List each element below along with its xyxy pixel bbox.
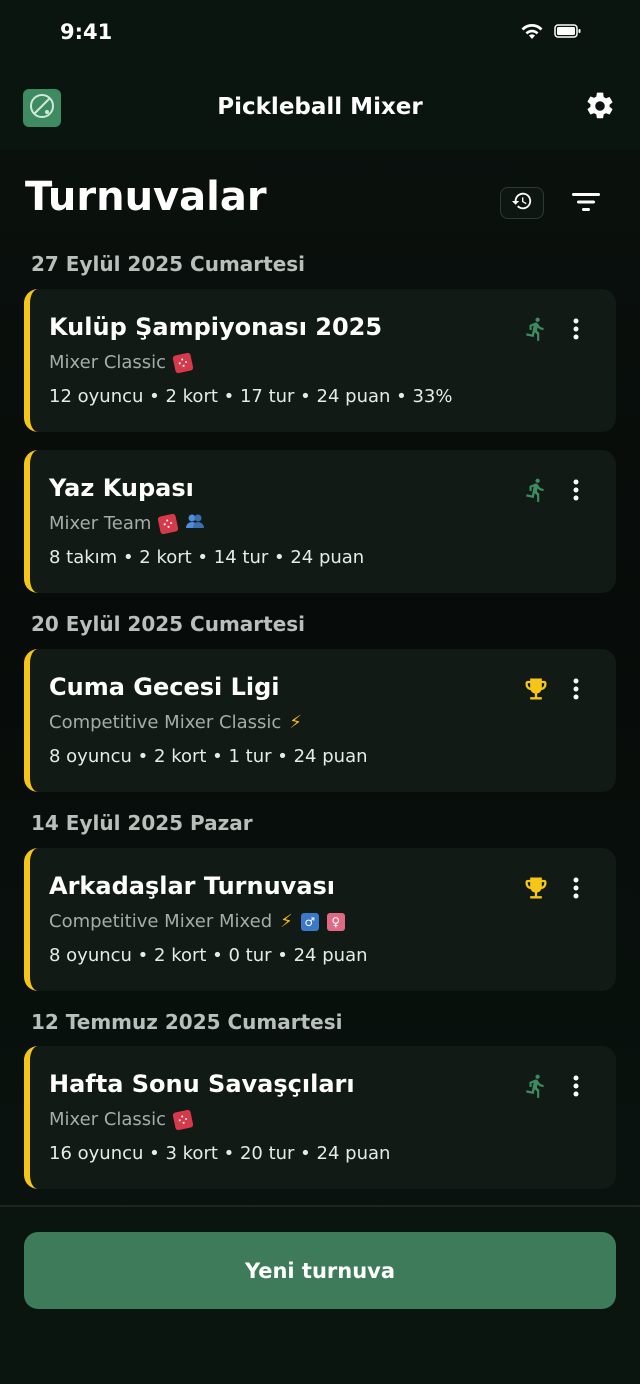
date-header: 14 Eylül 2025 Pazar [31, 811, 253, 835]
card-meta: 16 oyuncu • 3 kort • 20 tur • 24 puan [49, 1143, 391, 1164]
app-title: Pickleball Mixer [217, 94, 423, 120]
mode-label: Mixer Team [49, 513, 152, 534]
wifi-icon [520, 22, 544, 44]
lightning-icon: ⚡ [289, 712, 302, 733]
app-screen: 9:41 Pickleball Mixer Turnuvalar 27 Eylü… [0, 0, 640, 1384]
mode-label: Competitive Mixer Classic [49, 712, 282, 733]
tournament-card[interactable]: Arkadaşlar Turnuvası Competitive Mixer M… [24, 848, 616, 991]
trophy-icon [520, 673, 552, 705]
filter-icon [571, 190, 601, 218]
team-icon [185, 513, 205, 534]
card-title: Cuma Gecesi Ligi [49, 673, 280, 701]
filter-button[interactable] [566, 188, 606, 220]
card-subtitle: Competitive Mixer Mixed ⚡ ♂ ♀ [49, 911, 345, 932]
history-button[interactable] [500, 187, 544, 219]
dice-icon: ⁘ [172, 1108, 194, 1131]
more-options-button[interactable] [566, 474, 586, 506]
card-meta: 8 oyuncu • 2 kort • 1 tur • 24 puan [49, 746, 368, 767]
dice-icon: ⁘ [157, 512, 180, 535]
more-options-button[interactable] [566, 1070, 586, 1102]
tournament-card[interactable]: Kulüp Şampiyonası 2025 Mixer Classic ⁘ 1… [24, 289, 616, 432]
date-header: 20 Eylül 2025 Cumartesi [31, 612, 306, 636]
card-title: Hafta Sonu Savaşçıları [49, 1070, 355, 1098]
female-icon: ♀ [326, 912, 345, 931]
card-subtitle: Competitive Mixer Classic ⚡ [49, 712, 302, 733]
date-header: 27 Eylül 2025 Cumartesi [31, 252, 306, 276]
mode-label: Mixer Classic [49, 352, 167, 373]
card-meta: 8 takım • 2 kort • 14 tur • 24 puan [49, 547, 365, 568]
mode-label: Competitive Mixer Mixed [49, 911, 273, 932]
app-header: Pickleball Mixer [0, 70, 640, 150]
lightning-icon: ⚡ [280, 911, 293, 932]
gear-icon [584, 90, 616, 126]
new-tournament-button[interactable]: Yeni turnuva [24, 1232, 616, 1309]
card-subtitle: Mixer Classic ⁘ [49, 351, 194, 374]
page-title: Turnuvalar [25, 174, 267, 220]
status-icons [520, 22, 582, 44]
trophy-icon [520, 872, 552, 904]
settings-button[interactable] [582, 90, 618, 126]
card-subtitle: Mixer Team ⁘ [49, 512, 205, 535]
card-meta: 12 oyuncu • 2 kort • 17 tur • 24 puan • … [49, 386, 453, 407]
tournament-card[interactable]: Cuma Gecesi Ligi Competitive Mixer Class… [24, 649, 616, 792]
status-bar: 9:41 [0, 0, 640, 70]
tournament-card[interactable]: Hafta Sonu Savaşçıları Mixer Classic ⁘ 1… [24, 1046, 616, 1189]
date-header: 12 Temmuz 2025 Cumartesi [31, 1010, 343, 1034]
card-title: Yaz Kupası [49, 474, 194, 502]
more-options-button[interactable] [566, 313, 586, 345]
mode-label: Mixer Classic [49, 1109, 167, 1130]
bottom-bar: Yeni turnuva [0, 1207, 640, 1384]
card-meta: 8 oyuncu • 2 kort • 0 tur • 24 puan [49, 945, 368, 966]
card-title: Kulüp Şampiyonası 2025 [49, 313, 383, 341]
battery-icon [554, 23, 582, 43]
male-icon: ♂ [300, 912, 319, 931]
running-icon [520, 474, 552, 506]
status-time: 9:41 [60, 20, 113, 44]
card-title: Arkadaşlar Turnuvası [49, 872, 336, 900]
dice-icon: ⁘ [172, 351, 194, 374]
tournament-card[interactable]: Yaz Kupası Mixer Team ⁘ 8 takım • 2 kort… [24, 450, 616, 593]
more-options-button[interactable] [566, 872, 586, 904]
running-icon [520, 313, 552, 345]
more-options-button[interactable] [566, 673, 586, 705]
history-icon [511, 190, 533, 216]
running-icon [520, 1070, 552, 1102]
card-subtitle: Mixer Classic ⁘ [49, 1108, 194, 1131]
